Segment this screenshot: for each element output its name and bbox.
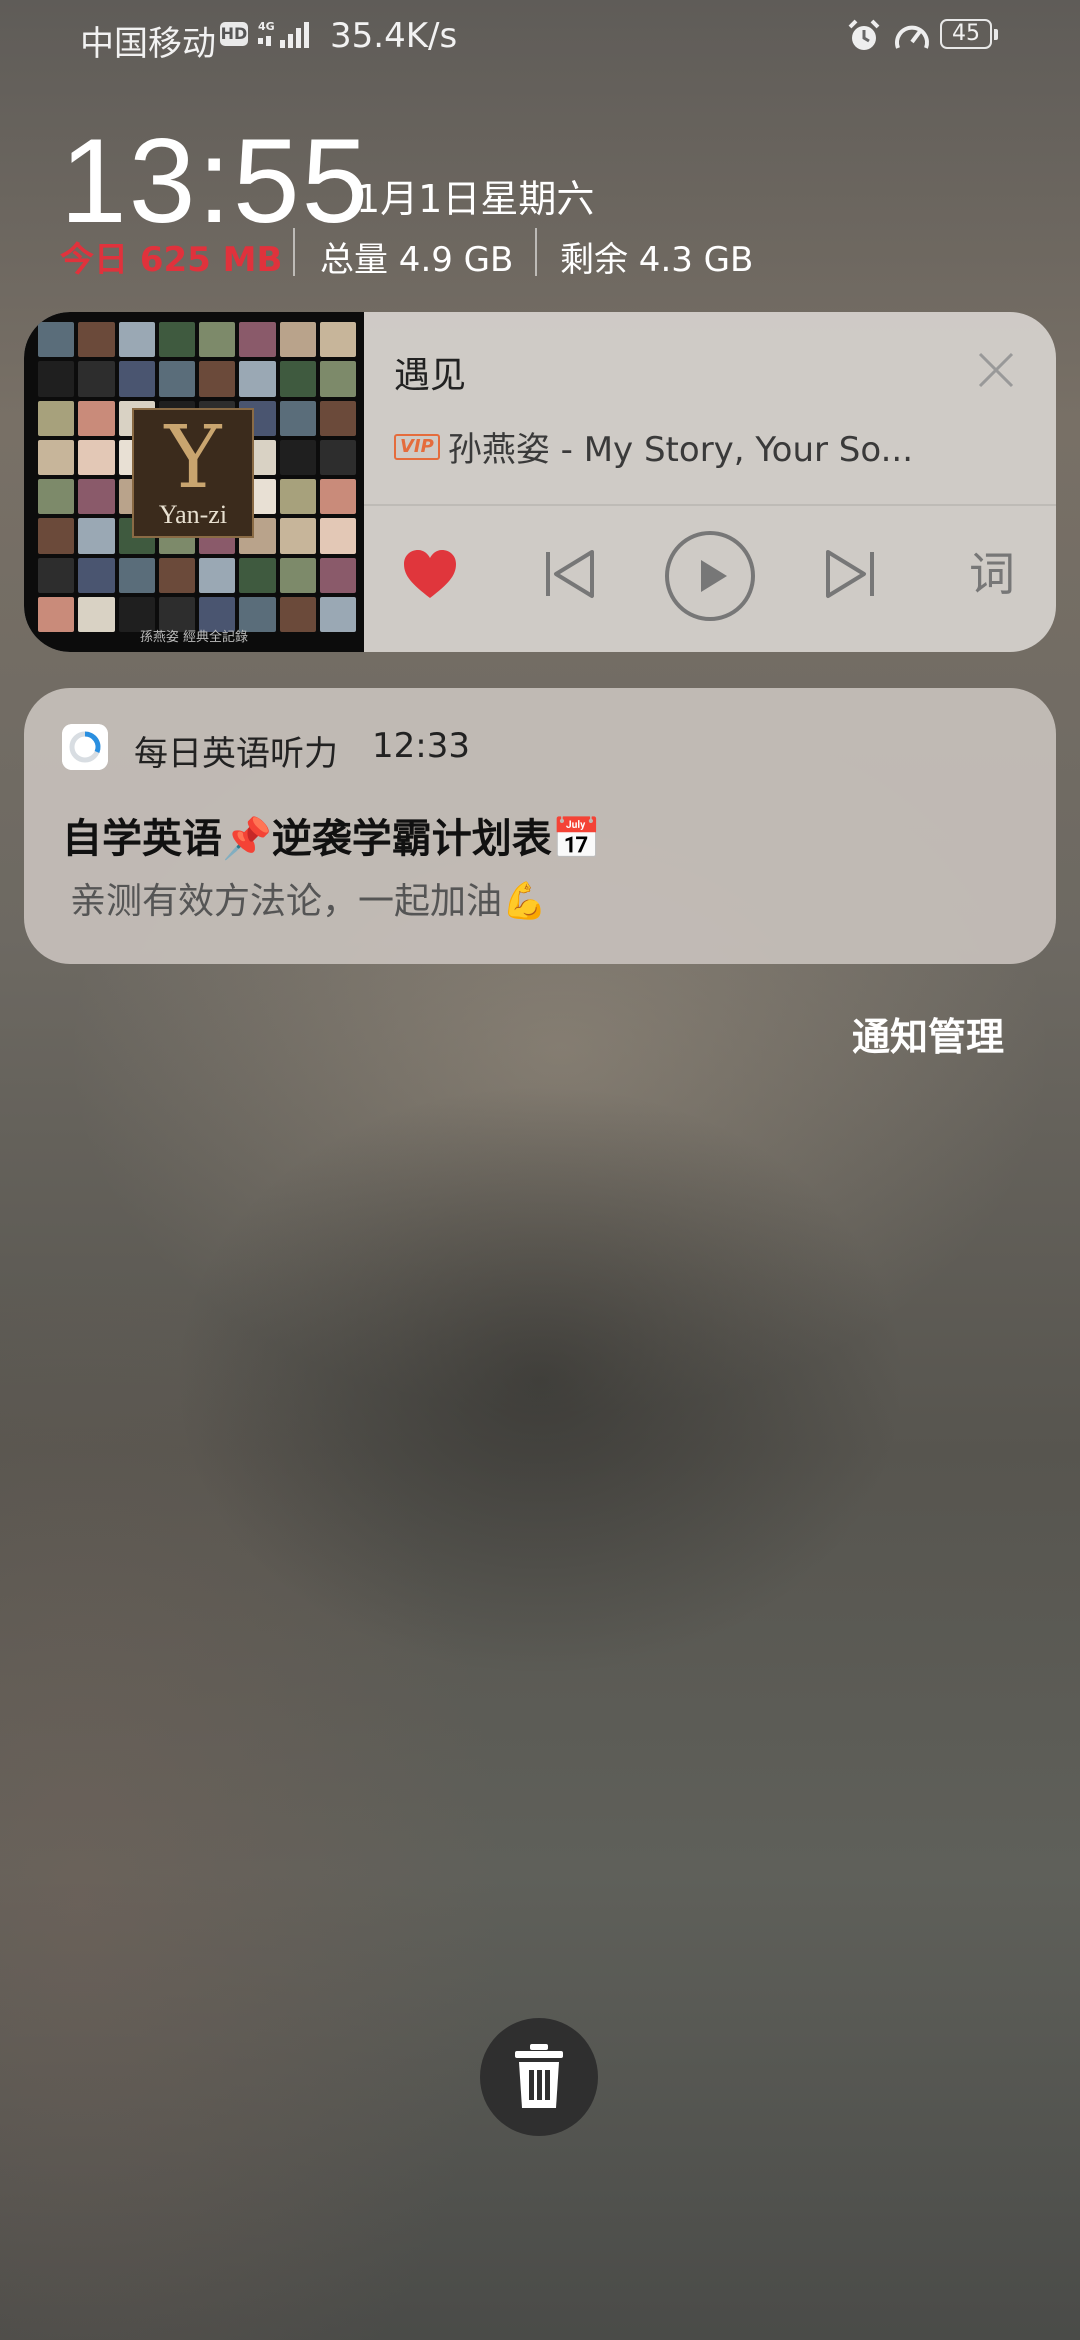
lock-date: 1月1日星期六 [356,177,595,221]
album-photo-tile [319,400,356,436]
album-photo-tile [38,439,75,475]
album-photo-tile [38,518,75,554]
album-photo-tile [78,400,115,436]
album-photo-tile [239,361,276,397]
play-icon[interactable] [664,530,756,622]
notification-time: 12:33 [372,726,470,766]
album-photo-tile [78,518,115,554]
divider [535,228,537,276]
album-photo-tile [199,557,236,593]
album-photo-tile [118,322,155,358]
album-photo-tile [199,361,236,397]
network-type-label: 4G [258,20,275,33]
notification-card[interactable]: 每日英语听力 12:33 自学英语📌逆袭学霸计划表📅 亲测有效方法论，一起加油💪 [24,688,1056,964]
album-photo-tile [319,439,356,475]
album-photo-tile [38,557,75,593]
battery-percent: 45 [952,21,980,46]
album-photo-tile [38,400,75,436]
gauge-icon [895,25,929,49]
vip-badge: VIP [394,433,440,460]
memory-today: 今日 625 MB [60,240,283,280]
album-photo-tile [319,361,356,397]
notification-title: 自学英语📌逆袭学霸计划表📅 [62,816,602,862]
song-title: 遇见 [394,355,467,396]
battery-icon: 45 [940,19,1000,51]
net-speed: 35.4K/s [330,16,458,56]
memory-free: 剩余 4.3 GB [560,240,754,280]
album-photo-tile [78,439,115,475]
status-bar: 中国移动 HD 4G 35.4K/s 45 [0,0,1080,80]
album-logo: Y [164,408,222,508]
artist-row: VIP 孙燕姿 - My Story, Your So... [394,422,994,470]
album-photo-tile [279,479,316,515]
album-logo-panel: Y Yan-zi [132,408,254,538]
album-photo-tile [319,557,356,593]
album-photo-tile [239,557,276,593]
notification-manage-link[interactable]: 通知管理 [852,1006,1004,1061]
album-text: Yan-zi [158,500,228,529]
album-photo-tile [279,361,316,397]
hd-badge: HD [220,22,248,46]
clear-notifications-button[interactable] [480,2018,598,2136]
album-photo-tile [78,557,115,593]
album-photo-tile [319,322,356,358]
album-photo-tile [78,479,115,515]
album-photo-tile [38,479,75,515]
heart-icon[interactable] [402,548,458,600]
album-photo-tile [279,518,316,554]
album-photo-tile [199,322,236,358]
next-track-icon[interactable] [822,548,878,600]
album-photo-tile [158,322,195,358]
close-icon[interactable] [974,348,1018,392]
notification-body: 亲测有效方法论，一起加油💪 [70,881,547,922]
album-photo-tile [78,361,115,397]
app-icon [62,724,108,770]
alarm-icon [848,19,880,50]
album-photo-tile [319,518,356,554]
previous-track-icon[interactable] [542,548,598,600]
album-photo-tile [279,400,316,436]
divider [293,228,295,276]
signal-icon: 4G [258,20,309,48]
album-photo-tile [239,322,276,358]
music-player-card[interactable]: Y Yan-zi 孫燕姿 經典全記錄 遇见 VIP 孙燕姿 - My Story,… [24,312,1056,652]
album-photo-tile [158,361,195,397]
carrier-name: 中国移动 [80,24,216,64]
artist-line: 孙燕姿 - My Story, Your So... [447,430,914,470]
memory-total: 总量 4.9 GB [320,240,514,280]
album-photo-tile [118,557,155,593]
album-photo-tile [38,322,75,358]
album-photo-tile [279,439,316,475]
album-photo-tile [118,361,155,397]
album-photo-tile [319,479,356,515]
album-art[interactable]: Y Yan-zi 孫燕姿 經典全記錄 [24,312,364,652]
album-photo-tile [279,557,316,593]
notification-app-name: 每日英语听力 [134,734,338,774]
album-photo-tile [279,322,316,358]
album-caption: 孫燕姿 經典全記錄 [139,630,249,645]
album-photo-tile [78,322,115,358]
album-photo-tile [158,557,195,593]
divider [364,504,1056,506]
lyrics-button[interactable]: 词 [962,544,1022,604]
lock-clock: 13:55 [60,114,371,248]
album-photo-tile [38,361,75,397]
trash-icon [515,2044,563,2108]
